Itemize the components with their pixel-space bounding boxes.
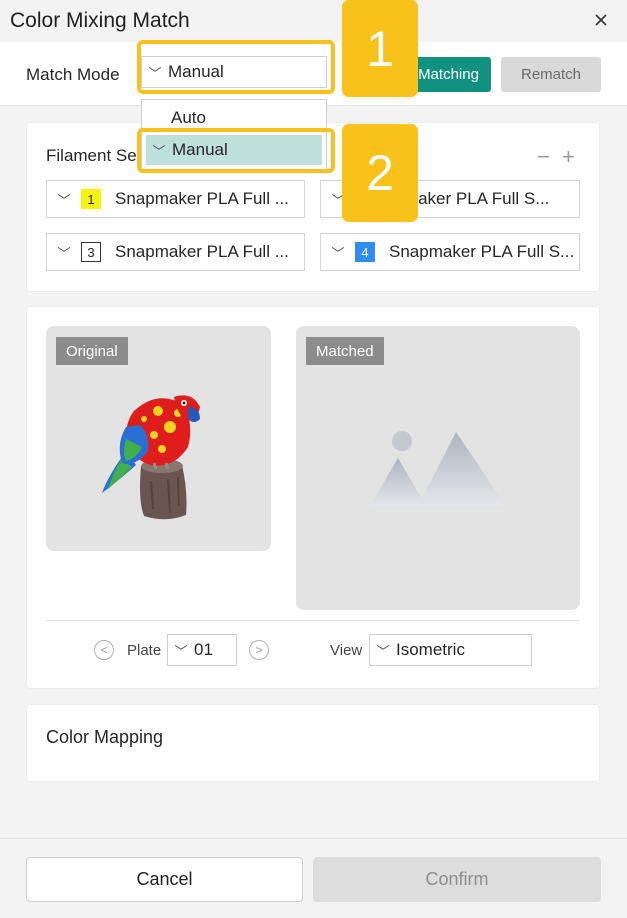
rematch-button[interactable]: Rematch [501,57,601,92]
chevron-left-icon: < [100,643,108,657]
window-title: Color Mixing Match [10,9,190,32]
view-select[interactable]: ﹀ Isometric [369,634,532,666]
chevron-down-icon: ﹀ [174,643,188,659]
cancel-button[interactable]: Cancel [26,857,303,902]
remove-filament-button[interactable]: − [537,144,550,170]
filament-swatch-3: 3 [81,242,101,262]
chevron-down-icon: ﹀ [331,245,345,261]
image-placeholder-icon [370,431,506,506]
preview-divider [46,620,580,621]
matched-tag: Matched [306,337,384,365]
plate-value: 01 [194,640,213,659]
matched-preview: Matched [296,326,580,610]
view-value: Isometric [396,640,465,659]
view-label: View [330,642,363,659]
color-mapping-title: Color Mapping [46,727,164,747]
filament-swatch-1: 1 [81,189,101,209]
annotation-badge-2: 2 [342,124,418,222]
chevron-right-icon: > [255,643,263,657]
annotation-highlight-1 [137,40,335,94]
parrot-model-image [102,395,200,520]
filament-select-1[interactable]: ﹀ 1 Snapmaker PLA Full ... [46,180,305,218]
match-mode-label: Match Mode [26,65,120,84]
annotation-badge-1: 1 [342,0,418,97]
annotation-highlight-2 [137,128,335,173]
filament-select-4[interactable]: ﹀ 4 Snapmaker PLA Full S... [320,233,580,271]
confirm-button[interactable]: Confirm [313,857,601,902]
close-icon [595,14,607,26]
original-preview: Original [46,326,271,551]
original-tag: Original [56,337,128,365]
filament-name-4: Snapmaker PLA Full S... [389,242,575,261]
title-bar: Color Mixing Match [0,0,627,42]
filament-section-title: Filament Se [46,146,137,165]
filament-name-1: Snapmaker PLA Full ... [115,189,289,208]
chevron-down-icon: ﹀ [376,643,390,659]
filament-swatch-4: 4 [355,242,375,262]
plate-label: Plate [127,642,162,659]
next-plate-button[interactable]: > [249,640,269,660]
prev-plate-button[interactable]: < [94,640,114,660]
chevron-down-icon: ﹀ [57,192,71,208]
matching-button[interactable]: Matching [406,57,491,92]
filament-select-3[interactable]: ﹀ 3 Snapmaker PLA Full ... [46,233,305,271]
close-button[interactable] [589,8,613,32]
footer-divider [0,838,627,839]
chevron-down-icon: ﹀ [57,245,71,261]
plate-select[interactable]: ﹀ 01 [167,634,237,666]
filament-name-3: Snapmaker PLA Full ... [115,242,289,261]
add-filament-button[interactable]: + [562,144,575,170]
